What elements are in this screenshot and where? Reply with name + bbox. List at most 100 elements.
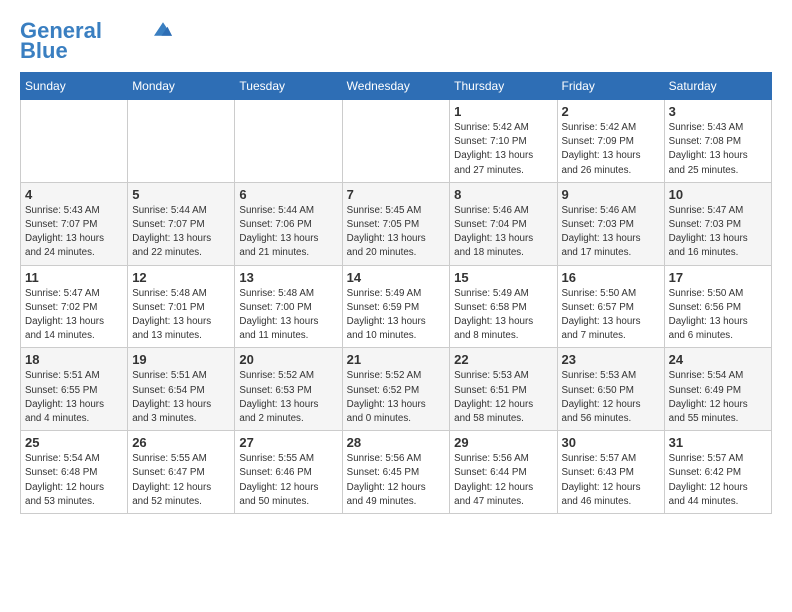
day-number: 7 (347, 187, 446, 202)
calendar-cell: 27 Sunrise: 5:55 AMSunset: 6:46 PMDayligh… (235, 431, 342, 514)
day-number: 3 (669, 104, 767, 119)
day-number: 15 (454, 270, 552, 285)
day-info: Sunrise: 5:51 AMSunset: 6:54 PMDaylight:… (132, 369, 230, 426)
calendar-cell: 28 Sunrise: 5:56 AMSunset: 6:45 PMDayligh… (342, 431, 450, 514)
day-number: 21 (347, 352, 446, 367)
day-number: 2 (562, 104, 660, 119)
day-header-thursday: Thursday (450, 73, 557, 100)
calendar-week-4: 18Sunrise: 5:51 AMSunset: 6:55 PMDayligh… (21, 348, 772, 431)
calendar-cell: 31 Sunrise: 5:57 AMSunset: 6:42 PMDayligh… (664, 431, 771, 514)
day-info: Sunrise: 5:52 AMSunset: 6:52 PMDaylight:… (347, 369, 446, 426)
calendar-cell: 13 Sunrise: 5:48 AMSunset: 7:00 PMDayligh… (235, 265, 342, 348)
day-header-friday: Friday (557, 73, 664, 100)
day-info: Sunrise: 5:57 AMSunset: 6:43 PMDaylight:… (562, 452, 660, 509)
day-number: 28 (347, 435, 446, 450)
calendar-cell: 5Sunrise: 5:44 AMSunset: 7:07 PMDaylight… (128, 182, 235, 265)
day-number: 27 (239, 435, 337, 450)
day-number: 24 (669, 352, 767, 367)
calendar-cell: 1 Sunrise: 5:42 AMSunset: 7:10 PMDaylight… (450, 100, 557, 183)
day-info: Sunrise: 5:53 AMSunset: 6:51 PMDaylight:… (454, 369, 552, 426)
calendar-cell (21, 100, 128, 183)
day-number: 31 (669, 435, 767, 450)
day-number: 12 (132, 270, 230, 285)
calendar-body: 1 Sunrise: 5:42 AMSunset: 7:10 PMDaylight… (21, 100, 772, 514)
day-info: Sunrise: 5:42 AMSunset: 7:10 PMDaylight:… (454, 121, 552, 178)
day-number: 8 (454, 187, 552, 202)
calendar-cell (128, 100, 235, 183)
calendar-cell: 22 Sunrise: 5:53 AMSunset: 6:51 PMDayligh… (450, 348, 557, 431)
day-info: Sunrise: 5:56 AMSunset: 6:44 PMDaylight:… (454, 452, 552, 509)
calendar-cell: 2 Sunrise: 5:42 AMSunset: 7:09 PMDaylight… (557, 100, 664, 183)
day-info: Sunrise: 5:44 AMSunset: 7:06 PMDaylight:… (239, 204, 337, 261)
day-info: Sunrise: 5:48 AMSunset: 7:01 PMDaylight:… (132, 287, 230, 344)
day-header-sunday: Sunday (21, 73, 128, 100)
calendar-cell (235, 100, 342, 183)
day-info: Sunrise: 5:50 AMSunset: 6:56 PMDaylight:… (669, 287, 767, 344)
calendar-cell: 21 Sunrise: 5:52 AMSunset: 6:52 PMDayligh… (342, 348, 450, 431)
day-number: 23 (562, 352, 660, 367)
day-number: 22 (454, 352, 552, 367)
day-info: Sunrise: 5:43 AMSunset: 7:07 PMDaylight:… (25, 204, 123, 261)
day-info: Sunrise: 5:55 AMSunset: 6:46 PMDaylight:… (239, 452, 337, 509)
calendar-cell: 17 Sunrise: 5:50 AMSunset: 6:56 PMDayligh… (664, 265, 771, 348)
calendar-cell: 8 Sunrise: 5:46 AMSunset: 7:04 PMDaylight… (450, 182, 557, 265)
day-info: Sunrise: 5:52 AMSunset: 6:53 PMDaylight:… (239, 369, 337, 426)
day-info: Sunrise: 5:48 AMSunset: 7:00 PMDaylight:… (239, 287, 337, 344)
logo: General Blue (20, 20, 172, 62)
day-info: Sunrise: 5:46 AMSunset: 7:04 PMDaylight:… (454, 204, 552, 261)
day-number: 13 (239, 270, 337, 285)
day-info: Sunrise: 5:49 AMSunset: 6:59 PMDaylight:… (347, 287, 446, 344)
calendar-cell: 25 Sunrise: 5:54 AMSunset: 6:48 PMDayligh… (21, 431, 128, 514)
day-number: 1 (454, 104, 552, 119)
calendar-cell: 4Sunrise: 5:43 AMSunset: 7:07 PMDaylight… (21, 182, 128, 265)
day-number: 11 (25, 270, 123, 285)
day-number: 17 (669, 270, 767, 285)
day-info: Sunrise: 5:57 AMSunset: 6:42 PMDaylight:… (669, 452, 767, 509)
calendar-table: SundayMondayTuesdayWednesdayThursdayFrid… (20, 72, 772, 514)
day-number: 5 (132, 187, 230, 202)
day-info: Sunrise: 5:50 AMSunset: 6:57 PMDaylight:… (562, 287, 660, 344)
calendar-cell: 23 Sunrise: 5:53 AMSunset: 6:50 PMDayligh… (557, 348, 664, 431)
calendar-week-2: 4Sunrise: 5:43 AMSunset: 7:07 PMDaylight… (21, 182, 772, 265)
calendar-cell: 30Sunrise: 5:57 AMSunset: 6:43 PMDayligh… (557, 431, 664, 514)
calendar-cell: 3 Sunrise: 5:43 AMSunset: 7:08 PMDaylight… (664, 100, 771, 183)
calendar-cell (342, 100, 450, 183)
day-number: 16 (562, 270, 660, 285)
day-info: Sunrise: 5:43 AMSunset: 7:08 PMDaylight:… (669, 121, 767, 178)
calendar-cell: 10 Sunrise: 5:47 AMSunset: 7:03 PMDayligh… (664, 182, 771, 265)
calendar-cell: 12 Sunrise: 5:48 AMSunset: 7:01 PMDayligh… (128, 265, 235, 348)
calendar-cell: 26Sunrise: 5:55 AMSunset: 6:47 PMDayligh… (128, 431, 235, 514)
day-number: 20 (239, 352, 337, 367)
day-number: 6 (239, 187, 337, 202)
page-header: General Blue (20, 20, 772, 62)
calendar-cell: 6 Sunrise: 5:44 AMSunset: 7:06 PMDaylight… (235, 182, 342, 265)
day-info: Sunrise: 5:54 AMSunset: 6:49 PMDaylight:… (669, 369, 767, 426)
day-header-saturday: Saturday (664, 73, 771, 100)
day-info: Sunrise: 5:47 AMSunset: 7:02 PMDaylight:… (25, 287, 123, 344)
calendar-cell: 19Sunrise: 5:51 AMSunset: 6:54 PMDayligh… (128, 348, 235, 431)
day-number: 25 (25, 435, 123, 450)
day-info: Sunrise: 5:47 AMSunset: 7:03 PMDaylight:… (669, 204, 767, 261)
day-number: 29 (454, 435, 552, 450)
day-info: Sunrise: 5:51 AMSunset: 6:55 PMDaylight:… (25, 369, 123, 426)
day-number: 10 (669, 187, 767, 202)
day-info: Sunrise: 5:42 AMSunset: 7:09 PMDaylight:… (562, 121, 660, 178)
day-info: Sunrise: 5:45 AMSunset: 7:05 PMDaylight:… (347, 204, 446, 261)
calendar-cell: 29 Sunrise: 5:56 AMSunset: 6:44 PMDayligh… (450, 431, 557, 514)
logo-blue-text: Blue (20, 40, 68, 62)
calendar-cell: 9Sunrise: 5:46 AMSunset: 7:03 PMDaylight… (557, 182, 664, 265)
day-header-wednesday: Wednesday (342, 73, 450, 100)
calendar-week-1: 1 Sunrise: 5:42 AMSunset: 7:10 PMDaylight… (21, 100, 772, 183)
calendar-cell: 15Sunrise: 5:49 AMSunset: 6:58 PMDayligh… (450, 265, 557, 348)
calendar-cell: 14Sunrise: 5:49 AMSunset: 6:59 PMDayligh… (342, 265, 450, 348)
day-header-monday: Monday (128, 73, 235, 100)
day-info: Sunrise: 5:56 AMSunset: 6:45 PMDaylight:… (347, 452, 446, 509)
day-info: Sunrise: 5:55 AMSunset: 6:47 PMDaylight:… (132, 452, 230, 509)
calendar-cell: 16 Sunrise: 5:50 AMSunset: 6:57 PMDayligh… (557, 265, 664, 348)
calendar-cell: 24 Sunrise: 5:54 AMSunset: 6:49 PMDayligh… (664, 348, 771, 431)
calendar-cell: 7 Sunrise: 5:45 AMSunset: 7:05 PMDaylight… (342, 182, 450, 265)
day-info: Sunrise: 5:53 AMSunset: 6:50 PMDaylight:… (562, 369, 660, 426)
calendar-cell: 11 Sunrise: 5:47 AMSunset: 7:02 PMDayligh… (21, 265, 128, 348)
calendar-header-row: SundayMondayTuesdayWednesdayThursdayFrid… (21, 73, 772, 100)
day-info: Sunrise: 5:54 AMSunset: 6:48 PMDaylight:… (25, 452, 123, 509)
